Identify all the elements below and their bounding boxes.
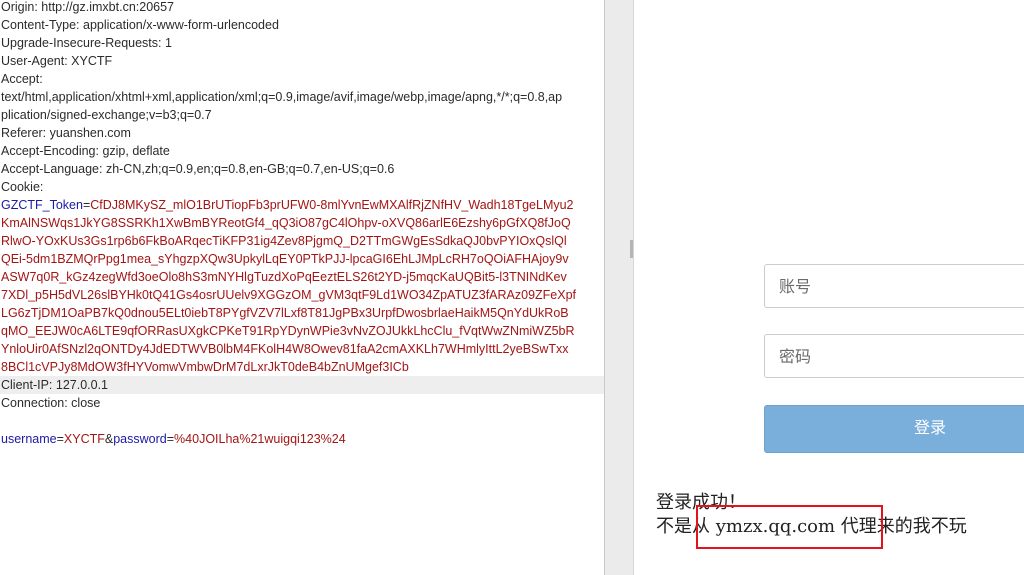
proxy-message-text: 不是从 ymzx.qq.com 代理来的我不玩 (656, 516, 967, 537)
login-success-text: 登录成功！ (656, 492, 746, 513)
header-accept-encoding: Accept-Encoding: gzip, deflate (1, 144, 170, 158)
header-origin: Origin: http://gz.imxbt.cn:20657 (1, 0, 175, 14)
cookie-value-line: QEi-5dm1BZMQrPpg1mea_sYhgzpXQw3UpkylLqEY… (1, 252, 569, 266)
raw-request-pane[interactable]: Origin: http://gz.imxbt.cn:20657 Content… (0, 0, 604, 575)
cookie-value-line: YnloUir0AfSNzl2qONTDy4JdEDTWVB0lbM4FKolH… (1, 342, 569, 356)
header-accept-value-cont: plication/signed-exchange;v=b3;q=0.7 (1, 108, 212, 122)
header-user-agent: User-Agent: XYCTF (1, 54, 113, 68)
password-input[interactable] (764, 334, 1024, 378)
header-accept-label: Accept: (1, 72, 43, 86)
cookie-value-line: qMO_EEJW0cA6LTE9qfORRasUXgkCPKeT91RpYDyn… (1, 324, 575, 338)
cookie-value-line: 7XDl_p5H5dVL26slBYHk0tQ41Gs4osrUUelv9XGG… (1, 288, 577, 302)
rendered-response-pane: 登录 登录成功！ 不是从 ymzx.qq.com 代理来的我不玩 (634, 0, 1024, 575)
cookie-value-line: 8BCl1cVPJy8MdOW3fHYVomwVmbwDrM7dLxrJkT0d… (1, 360, 409, 374)
pane-divider[interactable] (604, 0, 634, 575)
cookie-value-line: ASW7q0R_kGz4zegWfd3oeOlo8hS3mNYHlgTuzdXo… (1, 270, 567, 284)
header-cookie-label: Cookie: (1, 180, 44, 194)
cookie-value-line: KmAlNSWqs1JkYG8SSRKh1XwBmBYReotGf4_qQ3iO… (1, 216, 571, 230)
login-button[interactable]: 登录 (764, 405, 1024, 453)
header-accept-value: text/html,application/xhtml+xml,applicat… (1, 90, 563, 104)
body-equals: = (56, 432, 64, 446)
body-username-value: XYCTF (63, 432, 105, 446)
body-ampersand: & (104, 432, 114, 446)
body-username-key: username (1, 432, 57, 446)
header-upgrade-insecure-requests: Upgrade-Insecure-Requests: 1 (1, 36, 172, 50)
header-connection: Connection: close (1, 396, 101, 410)
body-password-value: %40JOILha%21wuigqi123%24 (174, 432, 346, 446)
cookie-value-line: LG6zTjDM1OaPB7kQ0dnou5ELt0iebT8PYgfVZV7l… (1, 306, 569, 320)
cookie-value-line: RlwO-YOxKUs3Gs1rp6b6FkBoARqecTiKFP31ig4Z… (1, 234, 567, 248)
header-accept-language: Accept-Language: zh-CN,zh;q=0.9,en;q=0.8… (1, 162, 395, 176)
divider-handle[interactable] (630, 240, 633, 258)
cookie-value-line: CfDJ8MKySZ_mlO1BrUTiopFb3prUFW0-8mlYvnEw… (90, 198, 574, 212)
cookie-line: GZCTF_Token=CfDJ8MKySZ_mlO1BrUTiopFb3prU… (1, 196, 574, 214)
header-referer: Referer: yuanshen.com (1, 126, 131, 140)
header-content-type: Content-Type: application/x-www-form-url… (1, 18, 279, 32)
body-password-key: password (113, 432, 167, 446)
header-client-ip: Client-IP: 127.0.0.1 (0, 376, 604, 394)
username-input[interactable] (764, 264, 1024, 308)
body-equals: = (166, 432, 175, 446)
cookie-name: GZCTF_Token (1, 198, 83, 212)
request-body: username=XYCTF&password=%40JOILha%21wuig… (1, 430, 346, 448)
